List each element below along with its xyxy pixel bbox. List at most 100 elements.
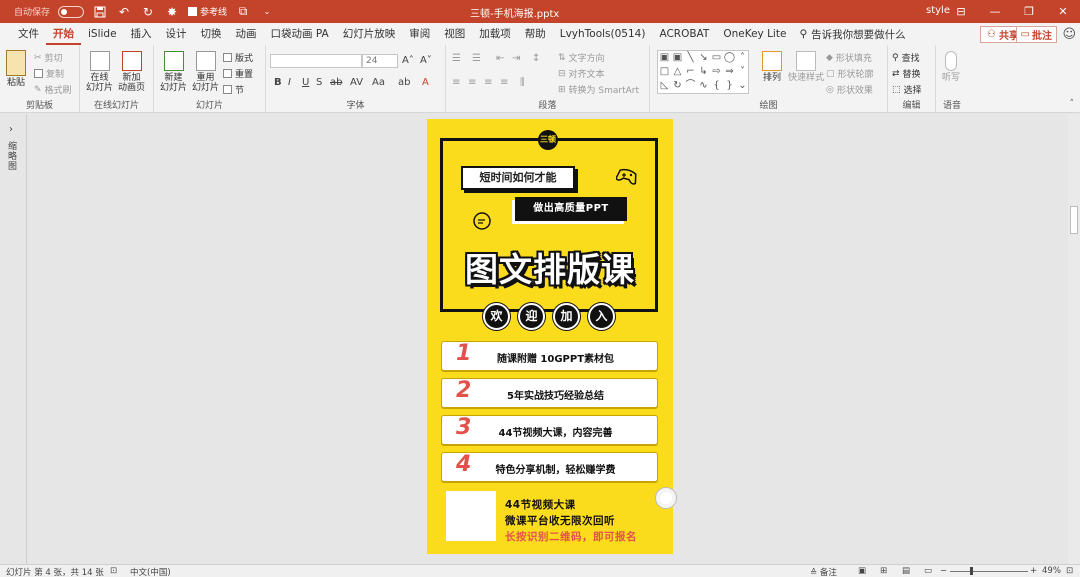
triangle-icon[interactable]: △ [671, 65, 684, 79]
format-painter-button[interactable]: ✎ 格式刷 [34, 83, 72, 97]
replace-button[interactable]: ⇄ 替换 [892, 67, 921, 81]
tab-12[interactable]: 帮助 [518, 23, 553, 45]
comment-button[interactable]: ▭ 批注 [1015, 26, 1057, 43]
find-button[interactable]: ⚲ 查找 [892, 51, 920, 65]
square-icon[interactable]: □ [658, 65, 671, 79]
tab-0[interactable]: 文件 [11, 23, 46, 45]
zoom-slider-knob[interactable] [970, 567, 973, 575]
subtitle-box-2[interactable]: 做出高质量PPT [515, 197, 627, 221]
align-right-icon[interactable]: ≡ [484, 77, 492, 88]
undo-icon[interactable]: ↶ [116, 4, 132, 20]
elbow-icon[interactable]: ⌐ [684, 65, 697, 79]
rect-icon[interactable]: ▭ [710, 51, 723, 65]
oval-icon[interactable]: ◯ [723, 51, 736, 65]
tab-10[interactable]: 视图 [437, 23, 472, 45]
autosave-toggle[interactable] [58, 5, 85, 18]
shape-effects-button[interactable]: ◎ 形状效果 [826, 83, 873, 97]
curve-icon[interactable]: ↻ [671, 79, 684, 93]
welcome-char[interactable]: 入 [588, 303, 615, 330]
expand-thumbnails-icon[interactable]: › [9, 124, 13, 135]
rtriangle-icon[interactable]: ◺ [658, 79, 671, 93]
minimize-icon[interactable]: — [978, 0, 1012, 23]
dictate-button[interactable]: 听写 [942, 51, 960, 83]
shape-outline-button[interactable]: ▢ 形状轮廓 [826, 67, 874, 81]
qr-code-placeholder[interactable] [446, 491, 496, 541]
align-left-icon[interactable]: ≡ [452, 77, 460, 88]
ribbon-display-icon[interactable]: ⊟ [944, 0, 978, 23]
bold-icon[interactable]: B [274, 77, 282, 88]
spacing-icon[interactable]: AV [350, 77, 363, 88]
slideshow-view-icon[interactable]: ▭ [924, 566, 932, 576]
justify-icon[interactable]: ≡ [500, 77, 508, 88]
gallery-up-icon[interactable]: ˄ [736, 51, 749, 65]
indent-icon[interactable]: ⇤ [496, 53, 504, 64]
new-anim-page-button[interactable]: 新加 动画页 [118, 51, 145, 93]
gallery-down-icon[interactable]: ˅ [736, 65, 749, 79]
tab-3[interactable]: 插入 [124, 23, 159, 45]
zoom-out-icon[interactable]: − [940, 566, 947, 576]
textbox-icon[interactable]: ▣ [658, 51, 671, 65]
italic-icon[interactable]: I [288, 77, 291, 88]
zoom-slider[interactable] [950, 571, 1028, 572]
rotation-handle[interactable] [656, 488, 676, 508]
welcome-char[interactable]: 欢 [483, 303, 510, 330]
text-direction-button[interactable]: ⇅ 文字方向 [558, 51, 605, 65]
slide-canvas[interactable]: 三顿 短时间如何才能 做出高质量PPT 图文排版课 欢 迎 加 入 1 随课附赠… [28, 114, 1068, 564]
online-slides-button[interactable]: 在线 幻灯片 [86, 51, 113, 93]
tell-me-search[interactable]: ⚲ 告诉我你想要做什么 [799, 27, 905, 42]
welcome-char[interactable]: 加 [553, 303, 580, 330]
copy-button[interactable]: 复制 [34, 67, 64, 80]
grow-font-icon[interactable]: A˄ [402, 55, 414, 66]
restore-icon[interactable]: ❐ [1012, 0, 1046, 23]
zoom-level[interactable]: 49% [1042, 566, 1061, 576]
shape-fill-button[interactable]: ◆ 形状填充 [826, 51, 872, 65]
tab-8[interactable]: 幻灯片放映 [336, 23, 403, 45]
notes-button[interactable]: ≙ 备注 [810, 566, 837, 577]
block-arrow-icon[interactable]: ⇨ [710, 65, 723, 79]
arrange-button[interactable]: 排列 [762, 51, 782, 83]
feature-item[interactable]: 2 5年实战技巧经验总结 [441, 378, 658, 408]
line-icon[interactable]: ╲ [684, 51, 697, 65]
language-indicator[interactable]: 中文(中国) [130, 566, 171, 577]
tab-11[interactable]: 加载项 [472, 23, 518, 45]
tab-1[interactable]: 开始 [46, 23, 81, 45]
spellcheck-icon[interactable]: ⊡ [110, 566, 117, 576]
feature-item[interactable]: 1 随课附赠 10GPPT素材包 [441, 341, 658, 371]
feedback-smiley-icon[interactable]: ☺ [1062, 27, 1076, 42]
tab-13[interactable]: LvyhTools(0514) [553, 23, 653, 45]
gallery-more-icon[interactable]: ⌄ [736, 79, 749, 93]
highlight-icon[interactable]: ab [398, 77, 410, 88]
ref-lines-checkbox[interactable]: 参考线 [188, 5, 227, 18]
fit-to-window-icon[interactable]: ⊡ [1066, 566, 1073, 576]
cut-button[interactable]: ✂ 剪切 [34, 51, 63, 65]
present-icon[interactable]: ⧉ [235, 4, 251, 20]
arc-icon[interactable]: ⌒ [684, 79, 697, 93]
close-icon[interactable]: ✕ [1046, 0, 1080, 23]
font-size-select[interactable]: 24 [362, 54, 398, 68]
shrink-font-icon[interactable]: A˅ [420, 55, 432, 66]
shapes-gallery[interactable]: ▣ ▣ ╲ ↘ ▭ ◯ ˄ □ △ ⌐ ↳ ⇨ ⇒ ˅ ◺ ↻ ⌒ ∿{} ⌄ [657, 50, 749, 94]
main-title[interactable]: 图文排版课 [427, 243, 673, 291]
vertical-scrollbar[interactable] [1068, 114, 1080, 564]
brace-left-icon[interactable]: { [710, 79, 723, 93]
slide[interactable]: 三顿 短时间如何才能 做出高质量PPT 图文排版课 欢 迎 加 入 1 随课附赠… [427, 119, 673, 554]
font-color-icon[interactable]: A [422, 77, 429, 88]
scrollbar-thumb[interactable] [1070, 206, 1078, 234]
right-arrow-icon[interactable]: ⇒ [723, 65, 736, 79]
reading-view-icon[interactable]: ▤ [902, 566, 910, 576]
quick-styles-button[interactable]: 快速样式 [788, 51, 824, 83]
outdent-icon[interactable]: ⇥ [512, 53, 520, 64]
qat-dropdown-icon[interactable]: ⌄ [259, 4, 275, 20]
tab-7[interactable]: 口袋动画 PA [264, 23, 336, 45]
info-text[interactable]: 44节视频大课 微课平台收无限次回听 长按识别二维码，即可报名 [505, 497, 637, 545]
tab-2[interactable]: iSlide [81, 23, 124, 45]
paste-button[interactable]: 粘贴 [6, 50, 26, 88]
vtextbox-icon[interactable]: ▣ [671, 51, 684, 65]
select-button[interactable]: ⬚ 选择 [892, 83, 922, 97]
layout-button[interactable]: 版式 [223, 51, 253, 64]
tab-14[interactable]: ACROBAT [652, 23, 716, 45]
redo-icon[interactable]: ↻ [140, 4, 156, 20]
zoom-in-icon[interactable]: + [1030, 566, 1037, 576]
arrow-icon[interactable]: ↘ [697, 51, 710, 65]
bullets-icon[interactable]: ☰ [452, 53, 461, 64]
